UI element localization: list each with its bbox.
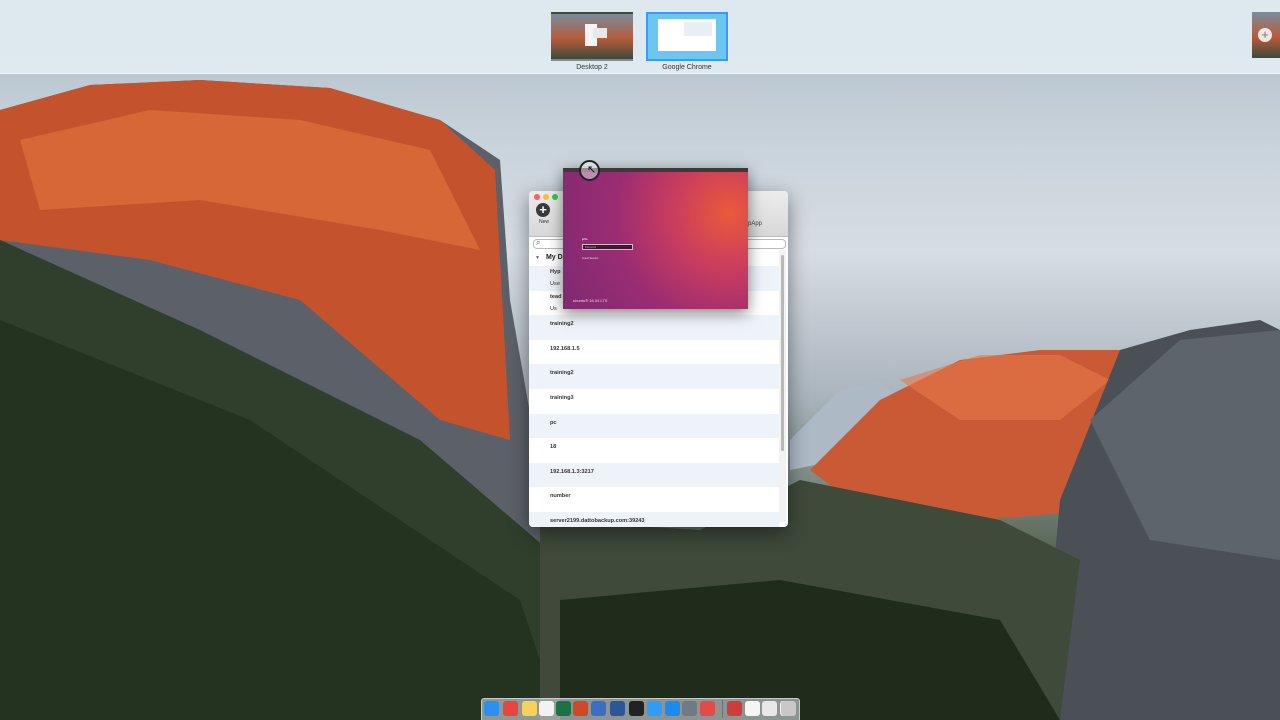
group-label: My D xyxy=(545,254,563,261)
connection-name: training2 xyxy=(550,321,574,328)
pointer-icon: ↖ xyxy=(587,164,597,176)
powerpoint-icon[interactable] xyxy=(573,701,588,716)
activity-icon[interactable] xyxy=(682,701,697,716)
word-icon[interactable] xyxy=(610,701,625,716)
connection-name: training3 xyxy=(550,394,574,401)
preview-icon[interactable] xyxy=(762,701,777,716)
ubuntu-logo: ubuntu® 16.04 LTS xyxy=(573,298,608,303)
connection-row[interactable]: training3 xyxy=(529,389,779,414)
connection-name: 192.168.1.3:3217 xyxy=(550,468,594,475)
connection-row[interactable]: pc xyxy=(529,413,779,439)
connection-name: 192.168.1.5 xyxy=(550,345,580,352)
chrome-icon[interactable] xyxy=(503,701,518,716)
connection-row[interactable]: training2 xyxy=(529,315,779,340)
add-space-button[interactable]: + xyxy=(1252,12,1280,58)
connection-row[interactable]: 192.168.1.5 xyxy=(529,340,779,365)
connection-name: tead xyxy=(550,293,562,300)
plus-icon: + xyxy=(1258,28,1272,42)
keynote-icon[interactable] xyxy=(591,701,606,716)
remote-desktop-icon[interactable] xyxy=(727,701,742,716)
itunes-icon[interactable] xyxy=(539,701,554,716)
ubuntu-remote-session-window[interactable]: jeffe Password Guest Session ubuntu® 16.… xyxy=(563,168,748,309)
connection-name: Hyp xyxy=(550,269,561,275)
connection-name: pc xyxy=(550,419,557,426)
scrollbar-thumb[interactable] xyxy=(781,255,784,451)
connection-subtitle: Use xyxy=(550,281,560,287)
dock-separator xyxy=(722,700,723,718)
password-placeholder: Password xyxy=(585,246,596,249)
disclosure-triangle-icon[interactable]: ▼ xyxy=(535,255,540,261)
new-connection-button[interactable]: + New xyxy=(536,203,552,225)
login-username[interactable]: jeffe xyxy=(582,237,588,241)
space-google-chrome[interactable]: Google Chrome xyxy=(646,12,728,71)
connection-name: number xyxy=(550,493,571,500)
space-desktop-2[interactable]: Desktop 2 xyxy=(551,12,633,71)
messages-icon[interactable] xyxy=(700,701,715,716)
connection-row[interactable]: 18 xyxy=(529,438,779,463)
minimize-window-button[interactable] xyxy=(543,194,549,200)
plus-icon: + xyxy=(536,203,550,217)
connection-row[interactable]: training2 xyxy=(529,364,779,389)
zoom-window-button[interactable] xyxy=(552,194,558,200)
guest-session-option[interactable]: Guest Session xyxy=(582,257,598,260)
excel-icon[interactable] xyxy=(556,701,571,716)
space-label: Google Chrome xyxy=(662,64,712,71)
notes-icon[interactable] xyxy=(522,701,537,716)
new-button-label: New xyxy=(538,219,549,225)
space-thumbnail xyxy=(646,12,728,61)
space-label: Desktop 2 xyxy=(576,64,608,71)
terminal-icon[interactable] xyxy=(629,701,644,716)
toolbar-app-label: pApp xyxy=(748,221,763,227)
connection-row[interactable]: number xyxy=(529,487,779,512)
skype-icon[interactable] xyxy=(647,701,662,716)
cursor-highlight-icon: ↖ xyxy=(579,160,600,181)
safari-icon[interactable] xyxy=(665,701,680,716)
password-field[interactable]: Password xyxy=(582,244,633,250)
search-icon: ⌕ xyxy=(536,238,541,247)
mission-control-spaces-bar: Desktop 2 Google Chrome + xyxy=(0,0,1280,74)
connection-name: training2 xyxy=(550,370,574,377)
space-thumbnail xyxy=(551,12,633,61)
close-window-button[interactable] xyxy=(534,194,540,200)
trash-icon[interactable] xyxy=(781,701,796,716)
connection-row[interactable]: 192.168.1.3:3217 xyxy=(529,462,779,488)
connection-name: server2199.dattobackup.com:39243 xyxy=(550,517,645,524)
finder-icon[interactable] xyxy=(484,701,499,716)
connection-subtitle: Us xyxy=(550,305,557,312)
connection-row[interactable]: server2199.dattobackup.com:39243 xyxy=(529,511,779,527)
ubuntu-login-screen: jeffe Password Guest Session ubuntu® 16.… xyxy=(563,172,748,309)
calendar-icon[interactable] xyxy=(745,701,760,716)
connection-name: 18 xyxy=(550,444,557,451)
